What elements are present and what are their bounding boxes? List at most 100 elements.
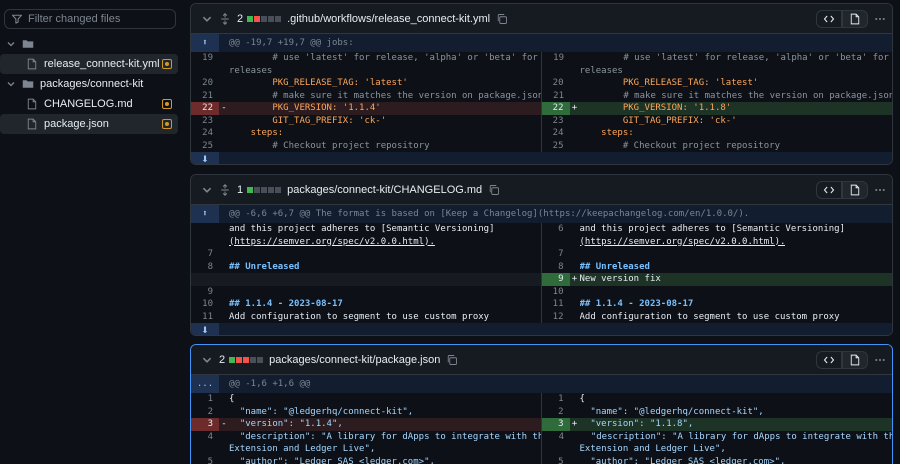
diffstat-blocks [229,356,264,363]
file-icon [27,98,37,110]
chevron-down-icon[interactable] [201,354,213,366]
diff-row: 10 ## 1.1.4 - 2023-08-17 11 ## 1.1.4 - 202… [191,298,892,311]
expand-up-icon[interactable]: ⬆ [191,34,219,52]
expand-all-button[interactable]: ... [191,375,219,393]
chevron-down-icon [7,42,15,47]
tree-file-changelog[interactable]: CHANGELOG.md [0,94,178,114]
change-count: 2 [219,353,226,366]
diff-rows: 1{ 1{ 2 "name": "@ledgerhq/connect-kit",… [191,393,892,464]
diff-row: 8 ## Unreleased 8 ## Unreleased [191,260,892,273]
deleted-line: 22- PKG_VERSION: '1.1.4' [191,102,542,115]
file-icon [27,118,37,130]
hunk-header: ⬆ @@ -6,6 +6,7 @@ The format is based on… [191,205,892,223]
diff-row: 23 GIT_TAG_PREFIX: 'ck-' 23 GIT_TAG_PREF… [191,114,892,127]
copy-icon[interactable] [496,13,508,25]
diff-row: 1{ 1{ [191,393,892,406]
unfold-icon[interactable] [219,183,231,196]
file-path[interactable]: packages/connect-kit/CHANGELOG.md [287,184,482,196]
code-icon [823,186,835,194]
diff-row: 20 PKG_RELEASE_TAG: 'latest' 20 PKG_RELE… [191,77,892,90]
diff-row: 9 10 [191,285,892,298]
tree-folder-label: packages/connect-kit [40,78,144,90]
diff-row: 21 # make sure it matches the version on… [191,89,892,102]
hunk-header: ... @@ -1,6 +1,6 @@ [191,375,892,393]
tree-file-label: release_connect-kit.yml [44,58,160,70]
file-tree-sidebar: release_connect-kit.yml packages/connect… [0,0,182,464]
tree-file-label: CHANGELOG.md [44,98,133,110]
unfold-icon[interactable] [219,12,231,25]
change-count: 2 [237,12,244,25]
diff-row: 2 "name": "@ledgerhq/connect-kit", 2 "na… [191,405,892,418]
expand-down-icon[interactable]: ⬇ [191,323,219,335]
hunk-header: ⬆ @@ -19,7 +19,7 @@ jobs: [191,34,892,52]
diff-row: 5 "author": "Ledger SAS <ledger.com>", 5… [191,455,892,464]
filter-icon [11,14,23,24]
diff-row: 4 "description": "A library for dApps to… [191,430,892,443]
tree-file-package-json[interactable]: package.json [0,114,178,134]
kebab-menu-icon[interactable] [874,13,886,25]
diff-file-changelog: 1 packages/connect-kit/CHANGELOG.md ⬆ @@… [190,174,893,336]
expand-down-icon[interactable]: ⬇ [191,152,219,164]
hunk-text: @@ -19,7 +19,7 @@ jobs: [229,38,354,48]
expand-bar: ⬇ [191,323,892,335]
filter-files-box[interactable] [4,9,176,29]
diff-row-changed: 3- "version": "1.1.4", 3 + "version": "1.… [191,418,892,431]
diff-row: Extension and Ledger Live", Extension an… [191,443,892,456]
expand-bar: ⬇ [191,152,892,164]
file-modified-icon [162,119,172,129]
kebab-menu-icon[interactable] [874,184,886,196]
view-rendered-button[interactable] [842,351,868,369]
chevron-down-icon[interactable] [201,13,213,25]
diff-row: and this project adheres to [Semantic Ve… [191,223,892,236]
diff-row: (https://semver.org/spec/v2.0.0.html). (… [191,235,892,248]
diff-row-changed: 22- PKG_VERSION: '1.1.4' 22 + PKG_VERSION… [191,102,892,115]
tree-folder-github[interactable] [0,34,178,54]
added-line: 9 + New version fix [541,273,892,286]
diff-row: 11 Add configuration to segment to use cu… [191,310,892,323]
diff-rows: 19 # use 'latest' for release, 'alpha' o… [191,52,892,152]
diff-row: 24 steps: 24 steps: [191,127,892,140]
view-source-button[interactable] [816,351,842,369]
diff-file-package-json: 2 packages/connect-kit/package.json ... … [190,344,893,464]
file-icon [850,184,860,196]
folder-icon [22,80,34,88]
diff-file-header: 2 packages/connect-kit/package.json [191,345,892,375]
diff-row: releases releases [191,64,892,77]
diff-rows: and this project adheres to [Semantic Ve… [191,223,892,323]
hunk-text: @@ -1,6 +1,6 @@ [229,379,311,389]
chevron-down-icon [7,82,15,87]
file-path[interactable]: packages/connect-kit/package.json [269,354,440,366]
view-rendered-button[interactable] [842,10,868,28]
kebab-menu-icon[interactable] [874,354,886,366]
view-source-button[interactable] [816,10,842,28]
diff-row: 19 # use 'latest' for release, 'alpha' o… [191,52,892,65]
added-line: 3 + "version": "1.1.8", [541,418,892,431]
hunk-text: @@ -6,6 +6,7 @@ The format is based on [… [229,209,750,219]
tree-file-label: package.json [44,118,109,130]
diff-row: 7 7 [191,248,892,261]
diff-row-changed: 9 + New version fix [191,273,892,286]
file-modified-icon [162,59,172,69]
expand-up-icon[interactable]: ⬆ [191,205,219,223]
diffstat-blocks [247,15,282,22]
diff-row: 25 # Checkout project repository 25 # Ch… [191,139,892,152]
diff-file-header: 1 packages/connect-kit/CHANGELOG.md [191,175,892,205]
filter-files-input[interactable] [28,13,168,25]
deleted-line: 3- "version": "1.1.4", [191,418,542,431]
chevron-down-icon[interactable] [201,184,213,196]
tree-file-release-connect-kit[interactable]: release_connect-kit.yml [0,54,178,74]
change-count: 1 [237,183,244,196]
folder-icon [22,40,34,48]
file-path[interactable]: .github/workflows/release_connect-kit.ym… [287,13,490,25]
diff-file-header: 2 .github/workflows/release_connect-kit.… [191,4,892,34]
code-icon [823,15,835,23]
view-rendered-button[interactable] [842,181,868,199]
tree-folder-connect-kit[interactable]: packages/connect-kit [0,74,178,94]
empty-line [191,273,542,286]
copy-icon[interactable] [488,184,500,196]
file-modified-icon [162,99,172,109]
copy-icon[interactable] [446,354,458,366]
view-source-button[interactable] [816,181,842,199]
file-icon [850,354,860,366]
diffstat-blocks [247,186,282,193]
